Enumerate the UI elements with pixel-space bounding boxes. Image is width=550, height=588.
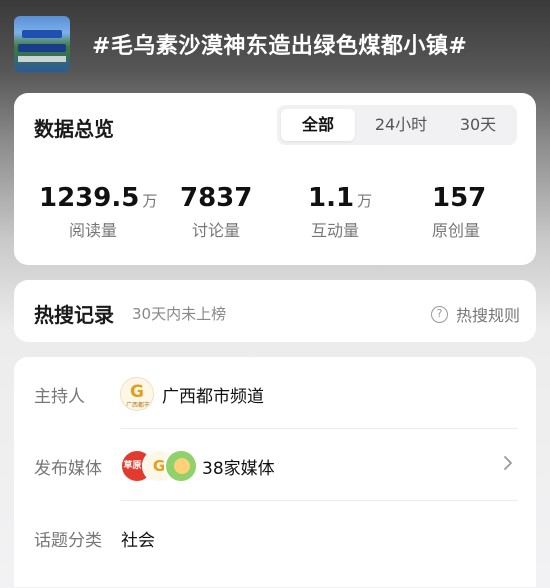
stat-reads-value: 1239.5 [39, 183, 140, 213]
media-count: 38家媒体 [202, 459, 275, 479]
hot-search-rules-link[interactable]: ? 热搜规则 [430, 302, 520, 326]
stat-reads-unit: 万 [142, 192, 158, 210]
topic-thumbnail[interactable] [14, 16, 70, 72]
host-name: 广西都市频道 [162, 387, 264, 407]
question-icon: ? [430, 305, 448, 323]
media-avatar-3 [164, 449, 198, 483]
stat-originals: 157 原创量 [432, 183, 487, 240]
overview-title: 数据总览 [34, 117, 114, 141]
stat-reads: 1239.5 万 阅读量 [39, 183, 158, 240]
tab-all[interactable]: 全部 [281, 109, 355, 141]
hot-search-status: 30天内未上榜 [132, 305, 227, 323]
details-card: 主持人 G 广西都市 广西都市频道 发布媒体 草原云 G 38家媒体 话题分类 社… [14, 357, 536, 587]
stat-originals-value: 157 [432, 183, 487, 213]
category-row: 话题分类 社会 [14, 501, 536, 573]
media-avatars: 草原云 G [120, 449, 200, 483]
tab-30d[interactable]: 30天 [443, 109, 513, 141]
hot-search-rules-label: 热搜规则 [455, 306, 520, 325]
category-value: 社会 [121, 531, 155, 551]
hot-search-card: 热搜记录 30天内未上榜 ? 热搜规则 [14, 280, 536, 342]
chevron-right-icon [504, 456, 512, 470]
host-avatar: G 广西都市 [120, 377, 154, 411]
topic-title: #毛乌素沙漠神东造出绿色煤都小镇# [92, 34, 468, 59]
stat-interactions-label: 互动量 [311, 221, 360, 240]
overview-card: 数据总览 全部 24小时 30天 1239.5 万 阅读量 7837 讨论量 1.… [14, 93, 536, 265]
stat-originals-label: 原创量 [432, 221, 481, 240]
media-row[interactable]: 发布媒体 草原云 G 38家媒体 [14, 429, 536, 501]
host-row[interactable]: 主持人 G 广西都市 广西都市频道 [14, 357, 536, 429]
stat-discussions-value: 7837 [180, 183, 253, 213]
stat-interactions: 1.1 万 互动量 [308, 183, 373, 240]
hot-search-title: 热搜记录 [34, 303, 114, 327]
time-range-tabs: 全部 24小时 30天 [277, 105, 517, 145]
host-label: 主持人 [34, 387, 85, 407]
stat-discussions-label: 讨论量 [192, 221, 241, 240]
tab-24h[interactable]: 24小时 [361, 109, 441, 141]
stat-interactions-value: 1.1 [308, 183, 355, 213]
topic-header: #毛乌素沙漠神东造出绿色煤都小镇# [0, 0, 550, 90]
stat-discussions: 7837 讨论量 [180, 183, 253, 240]
stat-interactions-unit: 万 [357, 192, 373, 210]
stat-reads-label: 阅读量 [69, 221, 118, 240]
media-label: 发布媒体 [34, 459, 102, 479]
category-label: 话题分类 [34, 531, 102, 551]
